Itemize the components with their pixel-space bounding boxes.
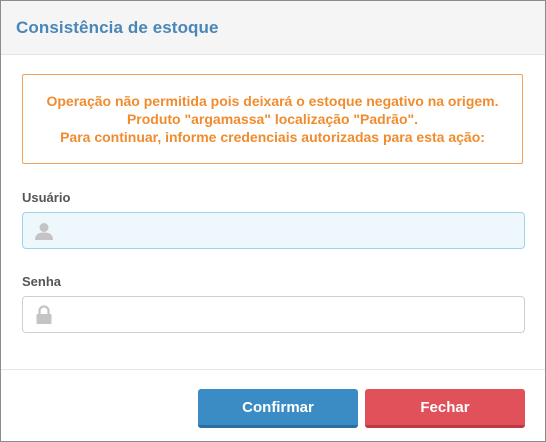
- stock-consistency-dialog: Consistência de estoque Operação não per…: [0, 0, 546, 442]
- alert-line-1: Operação não permitida pois deixará o es…: [46, 93, 499, 109]
- user-icon: [23, 213, 65, 248]
- password-field[interactable]: [22, 296, 525, 333]
- close-button[interactable]: Fechar: [365, 389, 525, 428]
- alert-line-2: Produto "argamassa" localização "Padrão"…: [126, 111, 419, 127]
- user-field[interactable]: [22, 212, 525, 249]
- warning-alert: Operação não permitida pois deixará o es…: [22, 74, 523, 164]
- lock-icon: [23, 297, 65, 332]
- dialog-header: Consistência de estoque: [1, 1, 545, 55]
- password-label: Senha: [22, 274, 62, 289]
- password-input[interactable]: [65, 298, 524, 331]
- user-input[interactable]: [65, 214, 524, 247]
- confirm-button[interactable]: Confirmar: [198, 389, 358, 428]
- dialog-title: Consistência de estoque: [16, 17, 219, 37]
- alert-line-3: Para continuar, informe credenciais auto…: [60, 129, 485, 145]
- user-label: Usuário: [22, 190, 71, 205]
- dialog-footer: Confirmar Fechar: [1, 369, 545, 442]
